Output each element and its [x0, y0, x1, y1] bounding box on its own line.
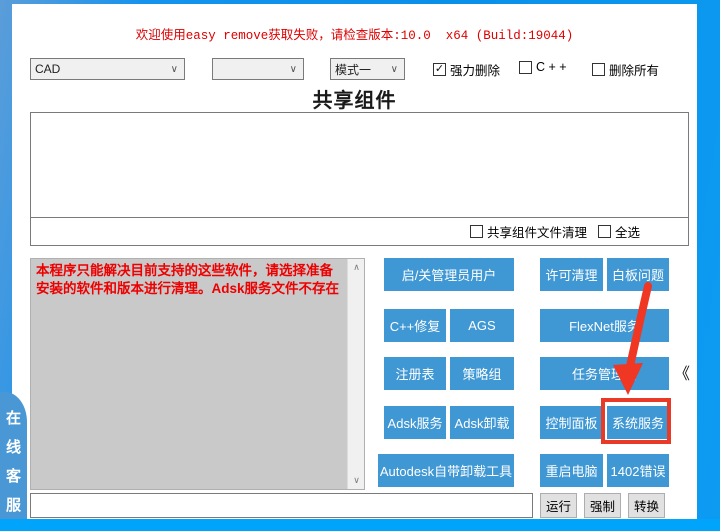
- cpp-repair-button[interactable]: C++修复: [384, 309, 446, 342]
- convert-button[interactable]: 转换: [628, 493, 665, 518]
- ags-button[interactable]: AGS: [450, 309, 514, 342]
- checkbox-icon: [470, 225, 483, 238]
- run-button[interactable]: 运行: [540, 493, 577, 518]
- notice-text: 本程序只能解决目前支持的这些软件，请选择准备安装的软件和版本进行清理。Adsk服…: [31, 259, 364, 301]
- checkbox-select-all[interactable]: 全选: [598, 222, 640, 241]
- notice-panel: 本程序只能解决目前支持的这些软件，请选择准备安装的软件和版本进行清理。Adsk服…: [30, 258, 365, 490]
- checkbox-shared-file-clean[interactable]: 共享组件文件清理: [470, 222, 587, 241]
- checkbox-icon: [592, 63, 605, 76]
- bottom-edge-strip: [0, 519, 720, 531]
- scrollbar-down-icon[interactable]: ∨: [348, 472, 365, 489]
- autodesk-uninstaller-button[interactable]: Autodesk自带卸载工具: [378, 454, 514, 487]
- adsk-uninstall-button[interactable]: Adsk卸载: [450, 406, 514, 439]
- checkbox-icon: ✓: [433, 63, 446, 76]
- software-dropdown-value: CAD: [35, 62, 171, 76]
- chevron-down-icon: ∨: [391, 64, 400, 75]
- welcome-status-text: 欢迎使用easy remove获取失败，请检查版本:10.0 x64 (Buil…: [12, 24, 697, 43]
- license-clean-button[interactable]: 许可清理: [540, 258, 603, 291]
- shared-components-listbox[interactable]: [30, 112, 689, 246]
- force-button[interactable]: 强制: [584, 493, 621, 518]
- listbox-divider: [31, 217, 688, 218]
- whiteboard-issue-button[interactable]: 白板问题: [607, 258, 669, 291]
- control-panel-button[interactable]: 控制面板: [540, 406, 603, 439]
- task-manager-button[interactable]: 任务管理器: [540, 357, 669, 390]
- checkbox-select-all-label: 全选: [615, 222, 640, 241]
- checkbox-force-delete[interactable]: ✓ 强力删除: [433, 60, 500, 79]
- system-service-button[interactable]: 系统服务: [607, 406, 669, 439]
- checkbox-delete-all[interactable]: 删除所有: [592, 60, 659, 79]
- command-input[interactable]: [30, 493, 533, 518]
- chevron-down-icon: ∨: [290, 64, 299, 75]
- online-support-char: 线: [6, 433, 21, 462]
- checkbox-icon: [598, 225, 611, 238]
- flexnet-service-button[interactable]: FlexNet服务: [540, 309, 669, 342]
- mode-dropdown-value: 模式一: [335, 61, 391, 78]
- checkbox-force-delete-label: 强力删除: [450, 60, 500, 79]
- desktop-backdrop: 欢迎使用easy remove获取失败，请检查版本:10.0 x64 (Buil…: [0, 0, 720, 531]
- software-dropdown[interactable]: CAD ∨: [30, 58, 185, 80]
- online-support-char: 服: [6, 491, 21, 520]
- scrollbar-up-icon[interactable]: ∧: [348, 259, 365, 276]
- version-dropdown[interactable]: ∨: [212, 58, 304, 80]
- online-support-char: 客: [6, 462, 21, 491]
- checkbox-cpp[interactable]: C + +: [519, 60, 567, 74]
- checkbox-icon: [519, 61, 532, 74]
- registry-button[interactable]: 注册表: [384, 357, 446, 390]
- error-1402-button[interactable]: 1402错误: [607, 454, 669, 487]
- chevron-down-icon: ∨: [171, 64, 180, 75]
- shared-components-title: 共享组件: [12, 84, 697, 113]
- online-support-char: 在: [6, 404, 21, 433]
- collapse-panel-icon[interactable]: 《: [674, 360, 690, 384]
- policy-group-button[interactable]: 策略组: [450, 357, 514, 390]
- checkbox-shared-file-clean-label: 共享组件文件清理: [487, 222, 587, 241]
- admin-user-button[interactable]: 启/关管理员用户: [384, 258, 514, 291]
- checkbox-delete-all-label: 删除所有: [609, 60, 659, 79]
- mode-dropdown[interactable]: 模式一 ∨: [330, 58, 405, 80]
- restart-pc-button[interactable]: 重启电脑: [540, 454, 603, 487]
- adsk-service-button[interactable]: Adsk服务: [384, 406, 446, 439]
- online-support-tab[interactable]: 在 线 客 服: [0, 392, 27, 519]
- notice-scrollbar[interactable]: ∧ ∨: [347, 259, 364, 489]
- checkbox-cpp-label: C + +: [536, 60, 567, 74]
